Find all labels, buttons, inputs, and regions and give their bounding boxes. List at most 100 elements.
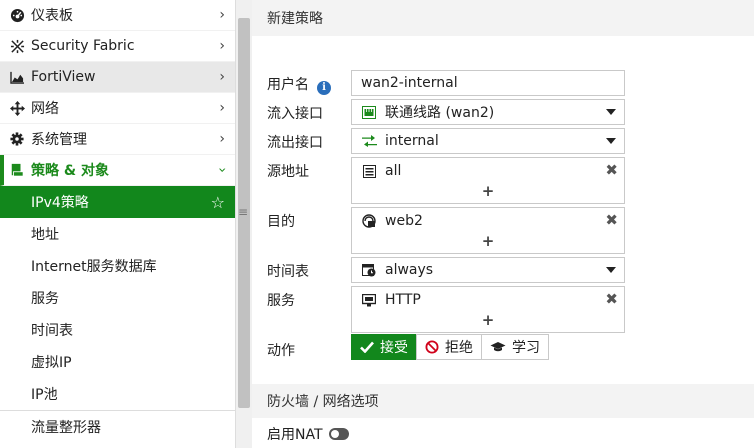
sidebar-subitem-label: 虚拟IP [31,355,72,371]
calendar-clock-icon [361,263,377,277]
sidebar-item-fortiview[interactable]: FortiView › [0,62,235,93]
dashboard-icon [8,8,26,23]
graduation-cap-icon [490,341,506,353]
info-icon[interactable]: i [317,80,331,95]
service-field[interactable]: HTTP ✖ + [351,286,625,333]
incoming-interface-select[interactable]: 联通线路 (wan2) [351,99,625,125]
deny-button[interactable]: 拒绝 [416,334,482,360]
resize-grip-icon[interactable]: ≡ [238,205,248,219]
name-input[interactable]: wan2-internal [351,70,625,96]
check-icon [360,341,374,353]
ban-icon [425,340,439,354]
chevron-right-icon: › [219,7,225,23]
sidebar-item-network[interactable]: 网络 › [0,93,235,124]
add-service-button[interactable]: + [352,311,624,329]
chart-icon [8,71,26,84]
star-icon[interactable]: ☆ [211,193,225,212]
name-label: 用户名 [267,77,309,93]
schedule-select[interactable]: always [351,257,625,283]
nat-label: 启用NAT [267,427,323,443]
sidebar-subitem-label: IPv4策略 [31,195,89,211]
deny-label: 拒绝 [445,340,473,356]
incoming-interface-label: 流入接口 [267,106,323,122]
learn-label: 学习 [512,340,540,356]
destination-value: web2 [385,213,423,229]
sidebar-subitem-ipv4-policy[interactable]: IPv4策略 ☆ [0,186,235,218]
incoming-row: 流入接口 [252,99,352,123]
name-value: wan2-internal [361,75,458,91]
sidebar-subitem-internet-service-db[interactable]: Internet服务数据库 [0,250,235,282]
virtual-ip-icon [361,214,377,228]
network-arrows-icon [8,100,26,116]
schedule-row: 时间表 [252,257,352,281]
chevron-right-icon: › [219,100,225,116]
sidebar-item-system[interactable]: 系统管理 › [0,124,235,155]
sidebar-subitem-address[interactable]: 地址 [0,218,235,250]
sidebar-scrollbar[interactable] [235,0,252,448]
destination-label: 目的 [267,214,295,230]
source-address-field[interactable]: all ✖ + [351,157,625,204]
service-monitor-icon [361,293,377,307]
schedule-value: always [385,262,434,278]
sidebar-subitem-label: 服务 [31,291,59,307]
sidebar-item-label: 网络 [31,101,59,117]
service-label: 服务 [267,293,295,309]
sidebar-subitem-virtual-ip[interactable]: 虚拟IP [0,346,235,378]
sidebar-item-policy-objects[interactable]: 策略 & 对象 › [0,155,235,186]
gear-icon [8,132,26,146]
remove-service-icon[interactable]: ✖ [605,290,618,308]
chevron-right-icon: › [219,69,225,85]
policy-icon [8,163,26,177]
incoming-interface-value: 联通线路 (wan2) [385,105,495,121]
sidebar-subitem-ip-pools[interactable]: IP池 [0,378,235,410]
remove-destination-icon[interactable]: ✖ [605,211,618,229]
sidebar-item-label: 仪表板 [31,8,73,24]
schedule-label: 时间表 [267,264,309,280]
sidebar-item-label: Security Fabric [31,38,135,54]
destination-address-field[interactable]: web2 ✖ + [351,207,625,254]
destination-row: 目的 [252,207,352,231]
sidebar-subitem-label: 时间表 [31,323,73,339]
sidebar-item-label: 系统管理 [31,132,87,148]
caret-down-icon [606,109,616,115]
sidebar-subitem-traffic-shapers[interactable]: 流量整形器 [0,410,235,442]
policy-form: 新建策略 用户名 i wan2-internal 流入接口 联通线路 (wan2)… [252,0,754,448]
sidebar-item-security-fabric[interactable]: Security Fabric › [0,31,235,62]
destination-entry: web2 [361,213,423,229]
accept-label: 接受 [380,340,408,356]
outgoing-row: 流出接口 [252,128,352,152]
source-value: all [385,163,402,179]
sidebar-subitem-label: IP池 [31,387,58,403]
accept-button[interactable]: 接受 [351,334,417,360]
sidebar: 仪表板 › Security Fabric › FortiView › 网络 ›… [0,0,235,448]
firewall-network-options-header: 防火墙 / 网络选项 [252,384,754,418]
sidebar-subitem-schedules[interactable]: 时间表 [0,314,235,346]
add-source-button[interactable]: + [352,182,624,200]
learn-button[interactable]: 学习 [481,334,549,360]
sidebar-subitem-label: Internet服务数据库 [31,259,157,275]
caret-down-icon [606,267,616,273]
service-row: 服务 [252,286,352,310]
fabric-icon [8,39,26,54]
chevron-down-icon: › [214,167,231,173]
action-row: 动作 [252,338,352,360]
service-entry: HTTP [361,292,421,308]
sidebar-item-dashboard[interactable]: 仪表板 › [0,0,235,31]
outgoing-interface-label: 流出接口 [267,135,323,151]
page-title: 新建策略 [252,0,754,36]
nat-row: 启用NAT [252,424,349,444]
nat-toggle[interactable] [328,428,349,440]
port-icon [361,105,377,119]
remove-source-icon[interactable]: ✖ [605,161,618,179]
outgoing-interface-value: internal [385,133,439,149]
caret-down-icon [606,138,616,144]
outgoing-interface-select[interactable]: internal [351,128,625,154]
source-row: 源地址 [252,157,352,181]
chevron-right-icon: › [219,131,225,147]
source-entry: all [361,163,401,179]
service-value: HTTP [385,292,421,308]
add-destination-button[interactable]: + [352,232,624,250]
sidebar-item-label: 策略 & 对象 [31,163,109,179]
sidebar-subitem-services[interactable]: 服务 [0,282,235,314]
action-label: 动作 [267,343,295,359]
